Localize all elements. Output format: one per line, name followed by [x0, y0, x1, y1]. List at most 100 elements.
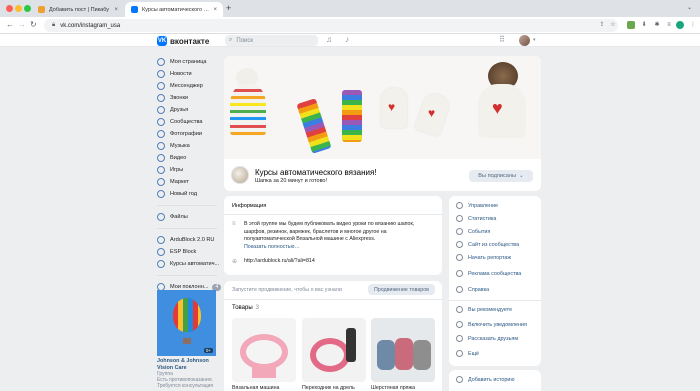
- nav-item-app[interactable]: ArduBlock 2.0 RU: [157, 234, 221, 246]
- product-card[interactable]: [371, 318, 435, 382]
- close-tab-icon[interactable]: ×: [213, 7, 217, 13]
- search-placeholder: Поиск: [236, 37, 254, 44]
- product-name[interactable]: Вязальная машина: [232, 385, 279, 391]
- nav-label: Мессенджер: [170, 83, 203, 89]
- nav-item-friends[interactable]: Друзья: [157, 104, 221, 116]
- menu-item-more[interactable]: Ещё: [456, 350, 479, 357]
- close-window-button[interactable]: [6, 5, 13, 12]
- menu-item-ads[interactable]: Реклама сообщества: [456, 270, 521, 277]
- share-icon[interactable]: ⇪: [598, 21, 606, 29]
- menu-item-share[interactable]: Рассказать друзьям: [456, 335, 518, 342]
- ad-image[interactable]: 0+: [157, 290, 216, 356]
- nav-item-photos[interactable]: Фотографии: [157, 128, 221, 140]
- left-navigation: Моя страница Новости Мессенджер Звонки Д…: [157, 56, 222, 293]
- nav-label: Фотографии: [170, 131, 202, 137]
- file-icon: [157, 213, 165, 221]
- menu-item-events[interactable]: События: [456, 228, 490, 235]
- subscribed-button[interactable]: Вы подписаны ⌄: [469, 170, 533, 182]
- live-icon: [456, 254, 463, 261]
- minimize-window-button[interactable]: [15, 5, 22, 12]
- maximize-window-button[interactable]: [24, 5, 31, 12]
- nav-label: Музыка: [170, 143, 190, 149]
- product-card[interactable]: [232, 318, 296, 382]
- menu-item-help[interactable]: Справка: [456, 286, 489, 293]
- ads-icon: [456, 270, 463, 277]
- tab-vk[interactable]: Курсы автоматического вязания! ×: [125, 2, 223, 17]
- nav-item-files[interactable]: Файлы: [157, 211, 221, 223]
- tab-pikabu[interactable]: Добавить пост | Пикабу ×: [32, 2, 124, 17]
- knitting-machine-image: [310, 338, 350, 372]
- menu-label: Начать репортаж: [468, 254, 512, 261]
- group-name: Курсы автоматического вязания!: [255, 168, 377, 177]
- chevron-down-icon[interactable]: ⌄: [687, 4, 692, 11]
- promo-text: Запустите продвижение, чтобы о вас узнал…: [232, 287, 342, 293]
- nav-item-video[interactable]: Видео: [157, 152, 221, 164]
- bell-icon[interactable]: ♫: [326, 35, 332, 44]
- goods-title[interactable]: Товары 3: [232, 305, 259, 311]
- info-title: Информация: [232, 203, 267, 209]
- profile-icon[interactable]: [676, 21, 684, 29]
- nav-label: Маркет: [170, 179, 189, 185]
- nav-label: Сообщества: [170, 119, 203, 125]
- ad-title[interactable]: Johnson & Johnson Vision Care: [157, 358, 216, 371]
- avatar[interactable]: [519, 35, 530, 46]
- reload-button[interactable]: ↻: [30, 20, 37, 29]
- apps-grid-icon[interactable]: ⠿: [499, 35, 505, 44]
- extension-icon[interactable]: ✱: [653, 21, 661, 29]
- nav-item-my-page[interactable]: Моя страница: [157, 56, 221, 68]
- promote-goods-button[interactable]: Продвижение товаров: [368, 284, 435, 295]
- product-name[interactable]: Шерстяная пряжа: [371, 385, 415, 391]
- goods-card: Запустите продвижение, чтобы о вас узнал…: [224, 281, 442, 391]
- nav-item-market[interactable]: Маркет: [157, 176, 221, 188]
- show-more-link[interactable]: Показать полностью…: [244, 244, 434, 252]
- reading-list-icon[interactable]: ≡: [665, 21, 673, 29]
- browser-tab-strip: Добавить пост | Пикабу × Курсы автоматич…: [0, 0, 700, 17]
- back-button[interactable]: ←: [6, 20, 14, 29]
- info-description: В этой группе мы будем публиковать видео…: [244, 221, 434, 251]
- star-icon[interactable]: ☆: [609, 21, 617, 29]
- new-tab-button[interactable]: +: [226, 3, 231, 13]
- menu-label: Ещё: [468, 350, 480, 357]
- nav-item-music[interactable]: Музыка: [157, 140, 221, 152]
- search-input[interactable]: ⌕ Поиск: [225, 35, 318, 46]
- nav-item-games[interactable]: Игры: [157, 164, 221, 176]
- browser-toolbar: ← → ↻ 🔒︎ vk.com/instagram_usa ⇪ ☆ ⬇ ✱ ≡ …: [0, 17, 700, 34]
- menu-item-recommend[interactable]: Вы рекомендуете: [456, 306, 512, 313]
- nav-label: Новости: [170, 71, 192, 77]
- extension-icon[interactable]: [627, 21, 635, 29]
- nav-item-new-year[interactable]: Новый год: [157, 188, 221, 200]
- heart-icon: ♥: [388, 100, 396, 114]
- menu-item-stats[interactable]: Статистика: [456, 215, 496, 222]
- extension-icon[interactable]: ⬇: [640, 21, 648, 29]
- nav-item-app[interactable]: ESP Block: [157, 246, 221, 258]
- forward-button[interactable]: →: [18, 20, 26, 29]
- nav-item-groups[interactable]: Сообщества: [157, 116, 221, 128]
- ad-block[interactable]: 0+ Johnson & Johnson Vision Care Группа …: [157, 290, 216, 389]
- menu-label: Вы рекомендуете: [468, 306, 513, 313]
- hat-rainbow: [230, 84, 266, 136]
- menu-icon[interactable]: ⋮: [689, 21, 697, 29]
- nav-label: Друзья: [170, 107, 189, 113]
- music-icon[interactable]: ♪: [345, 35, 349, 44]
- info-link[interactable]: http://ardublock.ru/ali/?ali=814: [244, 258, 434, 266]
- address-bar[interactable]: 🔒︎ vk.com/instagram_usa: [44, 19, 618, 32]
- nav-item-app[interactable]: Курсы автоматич...: [157, 258, 221, 270]
- close-tab-icon[interactable]: ×: [114, 7, 118, 13]
- nav-item-news[interactable]: Новости: [157, 68, 221, 80]
- add-story-button[interactable]: Добавить историю: [456, 376, 515, 383]
- menu-item-notifications[interactable]: Включить уведомления: [456, 321, 527, 328]
- vk-logo[interactable]: VK вконтакте: [157, 36, 209, 46]
- menu-item-manage[interactable]: Управление: [456, 202, 498, 209]
- menu-item-site[interactable]: Сайт из сообщества: [456, 241, 519, 248]
- tab-title: Курсы автоматического вязания!: [142, 6, 210, 13]
- vk-logo-icon: VK: [157, 36, 167, 46]
- nav-item-calls[interactable]: Звонки: [157, 92, 221, 104]
- menu-item-live[interactable]: Начать репортаж: [456, 254, 511, 261]
- product-name[interactable]: Переходник на дрель: [302, 385, 355, 391]
- group-avatar[interactable]: [231, 166, 249, 184]
- nav-item-messenger[interactable]: Мессенджер: [157, 80, 221, 92]
- photo-icon: [157, 130, 165, 138]
- knitting-machine-image: [240, 334, 288, 370]
- chevron-down-icon[interactable]: ▾: [533, 37, 536, 43]
- product-card[interactable]: [302, 318, 366, 382]
